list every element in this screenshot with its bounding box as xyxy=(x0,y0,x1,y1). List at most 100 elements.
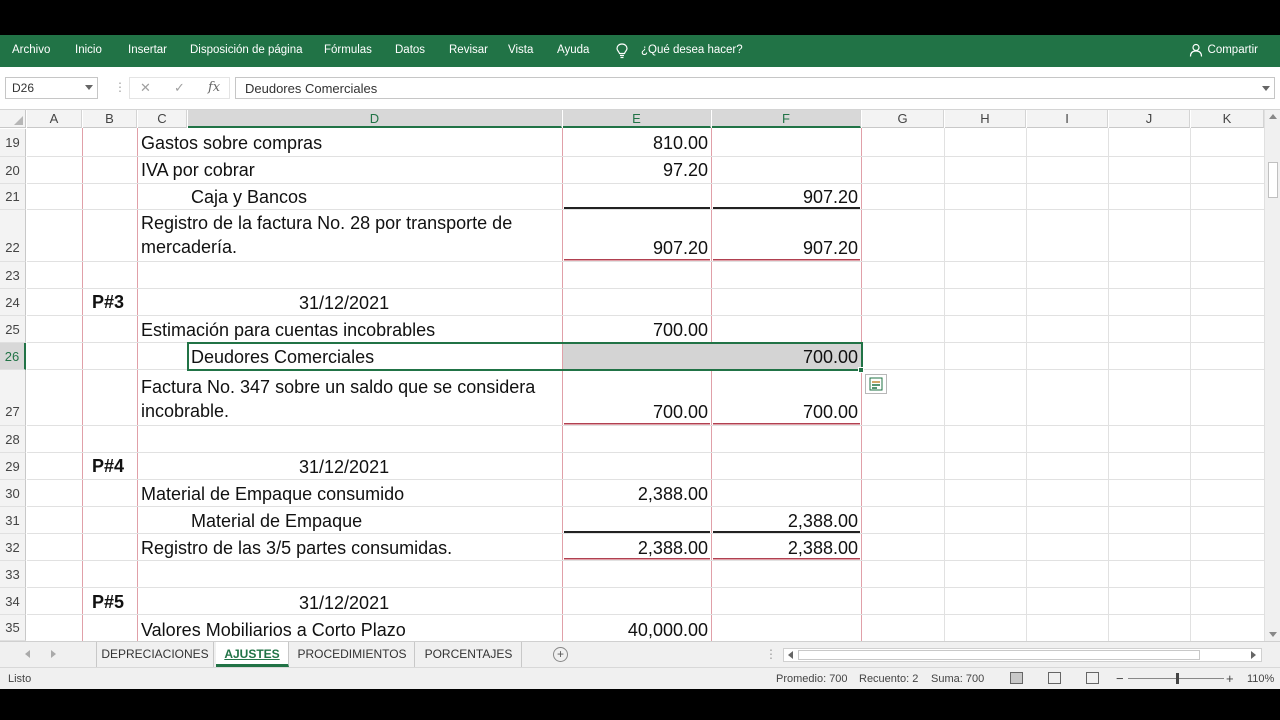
cell-e27[interactable]: 700.00 xyxy=(563,400,708,424)
vertical-scroll-thumb[interactable] xyxy=(1268,162,1278,198)
row-header-29[interactable]: 29 xyxy=(0,453,26,480)
cell-f22[interactable]: 907.20 xyxy=(712,236,858,260)
tab-archivo[interactable]: Archivo xyxy=(12,44,50,56)
column-header-i[interactable]: I xyxy=(1027,110,1108,128)
row-header-21[interactable]: 21 xyxy=(0,184,26,210)
cell-c20[interactable]: IVA por cobrar xyxy=(141,158,255,182)
column-header-f[interactable]: F xyxy=(712,110,861,128)
cell-e25[interactable]: 700.00 xyxy=(563,318,708,342)
cell-f31[interactable]: 2,388.00 xyxy=(712,509,858,533)
cell-c25[interactable]: Estimación para cuentas incobrables xyxy=(141,318,435,342)
cell-d34[interactable]: 31/12/2021 xyxy=(299,591,389,615)
cell-e20[interactable]: 97.20 xyxy=(563,158,708,182)
row-header-23[interactable]: 23 xyxy=(0,262,26,289)
cell-d31[interactable]: Material de Empaque xyxy=(191,509,362,533)
cell-e35[interactable]: 40,000.00 xyxy=(563,618,708,641)
page-break-view-icon[interactable] xyxy=(1086,672,1099,684)
sheet-tab-ajustes[interactable]: AJUSTES xyxy=(216,642,289,667)
enter-icon[interactable]: ✓ xyxy=(174,80,185,96)
sheet-tab-porcentajes[interactable]: PORCENTAJES xyxy=(416,642,522,667)
cell-c19[interactable]: Gastos sobre compras xyxy=(141,131,322,155)
column-header-k[interactable]: K xyxy=(1191,110,1264,128)
next-sheet-icon[interactable] xyxy=(51,650,56,658)
cell-b29[interactable]: P#4 xyxy=(92,454,124,478)
row-header-34[interactable]: 34 xyxy=(0,588,26,615)
tab-ayuda[interactable]: Ayuda xyxy=(557,44,589,56)
row-header-25[interactable]: 25 xyxy=(0,316,26,343)
cell-e32[interactable]: 2,388.00 xyxy=(563,536,708,560)
fill-handle[interactable] xyxy=(858,367,864,373)
tab-datos[interactable]: Datos xyxy=(395,44,425,56)
cell-d21[interactable]: Caja y Bancos xyxy=(191,185,307,209)
row-header-20[interactable]: 20 xyxy=(0,157,26,184)
sheet-tab-procedimientos[interactable]: PROCEDIMIENTOS xyxy=(290,642,415,667)
cell-f26[interactable]: 700.00 xyxy=(712,345,858,369)
add-sheet-button[interactable]: + xyxy=(553,647,568,662)
row-header-24[interactable]: 24 xyxy=(0,289,26,316)
column-header-h[interactable]: H xyxy=(945,110,1026,128)
normal-view-icon[interactable] xyxy=(1010,672,1023,684)
column-header-e[interactable]: E xyxy=(563,110,711,128)
tab-insertar[interactable]: Insertar xyxy=(128,44,167,56)
zoom-out-button[interactable]: − xyxy=(1116,671,1124,686)
row-header-33[interactable]: 33 xyxy=(0,561,26,588)
share-button[interactable]: Compartir xyxy=(1208,44,1258,56)
cell-e30[interactable]: 2,388.00 xyxy=(563,482,708,506)
formula-input[interactable]: Deudores Comerciales xyxy=(235,77,1275,99)
select-all-corner[interactable] xyxy=(0,110,26,128)
row-header-32[interactable]: 32 xyxy=(0,534,26,561)
column-header-d[interactable]: D xyxy=(188,110,562,128)
cancel-icon[interactable]: ✕ xyxy=(140,80,151,96)
row-header-27[interactable]: 27 xyxy=(0,370,26,426)
tab-vista[interactable]: Vista xyxy=(508,44,533,56)
cell-d24[interactable]: 31/12/2021 xyxy=(299,291,389,315)
cell-e19[interactable]: 810.00 xyxy=(563,131,708,155)
cell-b24[interactable]: P#3 xyxy=(92,290,124,314)
scroll-up-icon[interactable] xyxy=(1269,114,1277,119)
quick-analysis-button[interactable] xyxy=(865,374,887,394)
page-layout-view-icon[interactable] xyxy=(1048,672,1061,684)
cell-c22[interactable]: Registro de la factura No. 28 por transp… xyxy=(141,211,559,259)
cell-f27[interactable]: 700.00 xyxy=(712,400,858,424)
column-header-j[interactable]: J xyxy=(1109,110,1190,128)
row-header-26[interactable]: 26 xyxy=(0,343,26,370)
cell-b34[interactable]: P#5 xyxy=(92,590,124,614)
row-header-22[interactable]: 22 xyxy=(0,210,26,262)
tab-revisar[interactable]: Revisar xyxy=(449,44,488,56)
row-header-30[interactable]: 30 xyxy=(0,480,26,507)
scroll-left-icon[interactable] xyxy=(788,651,793,659)
row-header-19[interactable]: 19 xyxy=(0,129,26,157)
worksheet-grid[interactable]: A B C D E F G H I J K 19 20 21 22 23 24 … xyxy=(0,110,1264,641)
column-header-a[interactable]: A xyxy=(27,110,82,128)
sheet-tab-depreciaciones[interactable]: DEPRECIACIONES xyxy=(96,642,214,667)
zoom-level[interactable]: 110% xyxy=(1247,673,1274,685)
cell-c30[interactable]: Material de Empaque consumido xyxy=(141,482,404,506)
cell-d29[interactable]: 31/12/2021 xyxy=(299,455,389,479)
horizontal-scrollbar[interactable] xyxy=(783,648,1262,662)
vertical-scrollbar[interactable] xyxy=(1264,110,1280,641)
chevron-down-icon[interactable] xyxy=(85,85,93,90)
insert-function-icon[interactable]: fx xyxy=(208,80,220,95)
name-box[interactable]: D26 xyxy=(5,77,98,99)
cell-c27[interactable]: Factura No. 347 sobre un saldo que se co… xyxy=(141,375,559,423)
row-header-35[interactable]: 35 xyxy=(0,615,26,641)
cell-d26[interactable]: Deudores Comerciales xyxy=(191,345,374,369)
tab-inicio[interactable]: Inicio xyxy=(75,44,102,56)
column-header-g[interactable]: G xyxy=(862,110,944,128)
cell-c35[interactable]: Valores Mobiliarios a Corto Plazo xyxy=(141,618,406,641)
expand-formula-icon[interactable] xyxy=(1262,86,1270,91)
scroll-right-icon[interactable] xyxy=(1251,651,1256,659)
zoom-in-button[interactable]: + xyxy=(1226,671,1234,686)
tab-split-handle[interactable]: ⋮ xyxy=(765,647,777,661)
horizontal-scroll-thumb[interactable] xyxy=(798,650,1200,660)
scroll-down-icon[interactable] xyxy=(1269,632,1277,637)
prev-sheet-icon[interactable] xyxy=(25,650,30,658)
cell-f32[interactable]: 2,388.00 xyxy=(712,536,858,560)
column-header-b[interactable]: B xyxy=(83,110,137,128)
column-header-c[interactable]: C xyxy=(138,110,187,128)
zoom-slider-knob[interactable] xyxy=(1176,673,1179,684)
tab-disposicion[interactable]: Disposición de página xyxy=(190,44,303,56)
cell-f21[interactable]: 907.20 xyxy=(712,185,858,209)
tell-me-search[interactable]: ¿Qué desea hacer? xyxy=(641,44,743,56)
row-header-31[interactable]: 31 xyxy=(0,507,26,534)
